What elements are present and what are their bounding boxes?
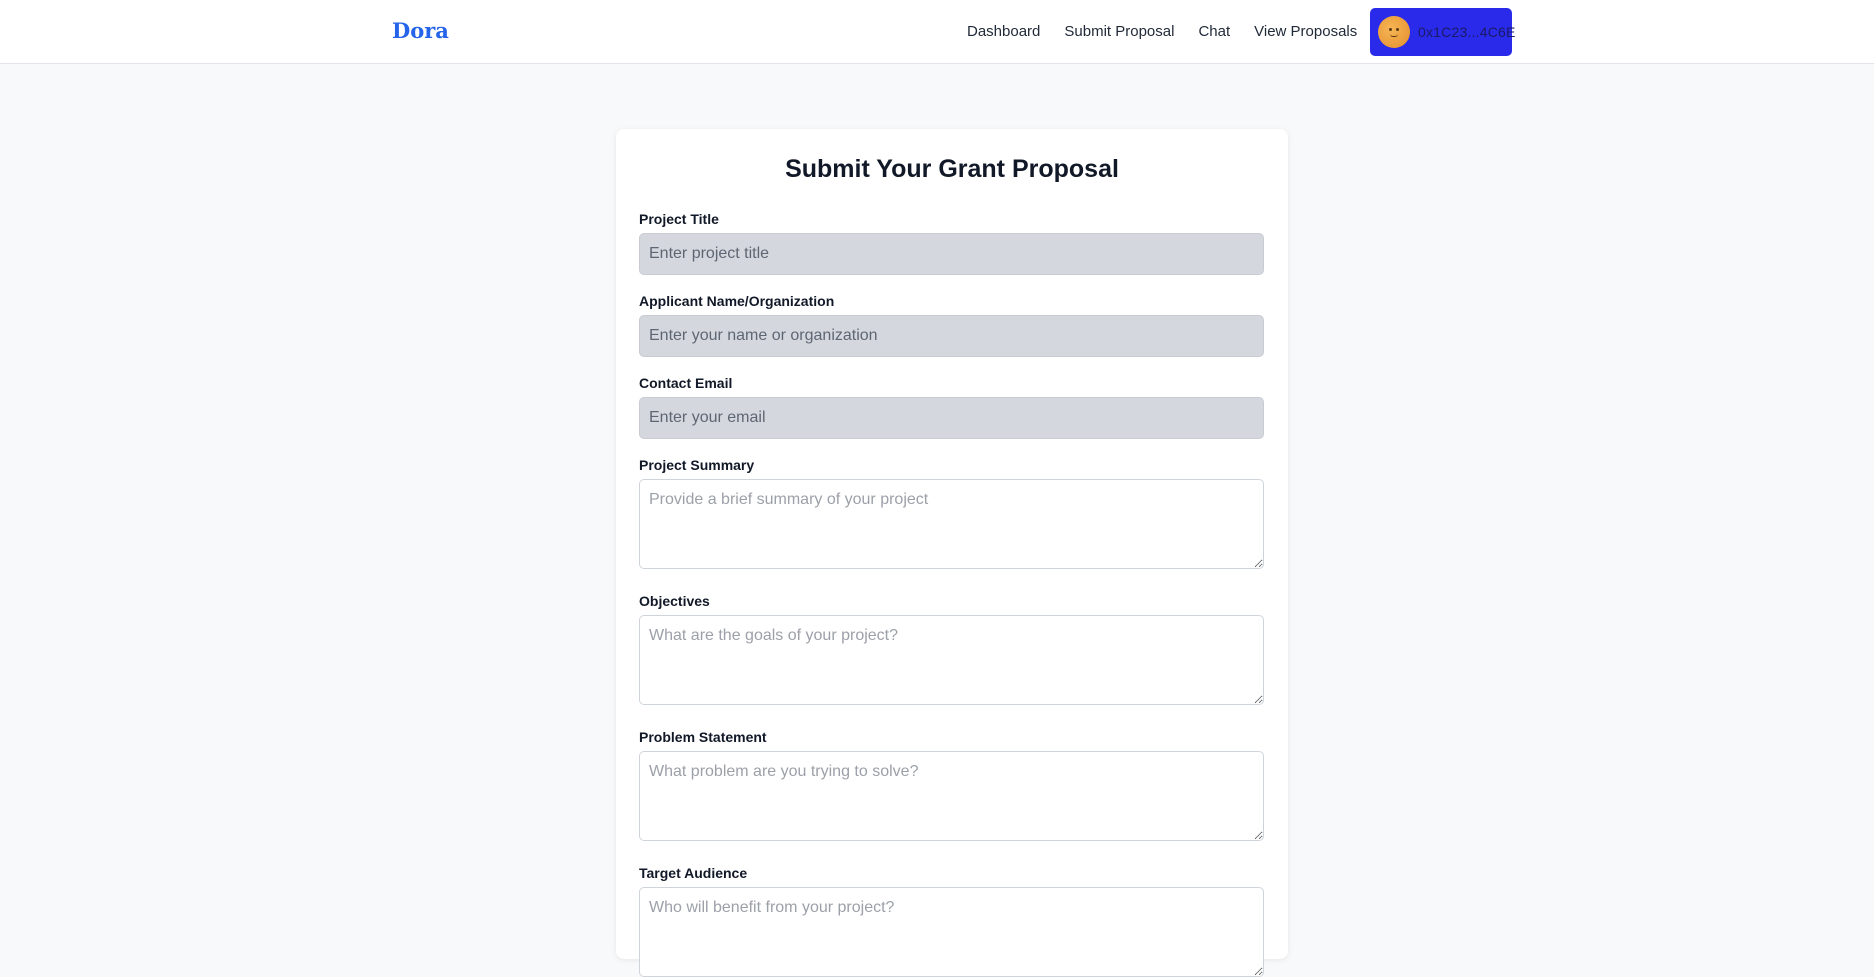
contact-email-label: Contact Email	[639, 375, 733, 391]
project-title-input[interactable]	[639, 233, 1264, 275]
project-summary-textarea[interactable]	[639, 479, 1264, 569]
problem-statement-label: Problem Statement	[639, 729, 767, 745]
applicant-name-input[interactable]	[639, 315, 1264, 357]
nav-link-chat[interactable]: Chat	[1198, 23, 1230, 40]
proposal-form-card: Submit Your Grant Proposal Project Title…	[616, 129, 1288, 977]
avatar-icon	[1378, 16, 1410, 48]
project-summary-label: Project Summary	[639, 457, 755, 473]
project-title-label: Project Title	[639, 211, 719, 227]
top-navbar: Dora Dashboard Submit Proposal Chat View…	[0, 0, 1874, 64]
objectives-label: Objectives	[639, 593, 710, 609]
problem-statement-textarea[interactable]	[639, 751, 1264, 841]
nav-links: Dashboard Submit Proposal Chat View Prop…	[967, 23, 1381, 40]
page-title: Submit Your Grant Proposal	[785, 155, 1119, 183]
applicant-name-label: Applicant Name/Organization	[639, 293, 835, 309]
nav-link-view-proposals[interactable]: View Proposals	[1254, 23, 1357, 40]
wallet-address: 0x1C23...4C6E	[1418, 24, 1516, 40]
brand-logo[interactable]: Dora	[392, 18, 449, 43]
contact-email-input[interactable]	[639, 397, 1264, 439]
wallet-account-button[interactable]: 0x1C23...4C6E	[1370, 8, 1515, 56]
objectives-textarea[interactable]	[639, 615, 1264, 705]
target-audience-textarea[interactable]	[639, 887, 1264, 977]
target-audience-label: Target Audience	[639, 865, 748, 881]
nav-link-submit-proposal[interactable]: Submit Proposal	[1064, 23, 1174, 40]
nav-link-dashboard[interactable]: Dashboard	[967, 23, 1040, 40]
